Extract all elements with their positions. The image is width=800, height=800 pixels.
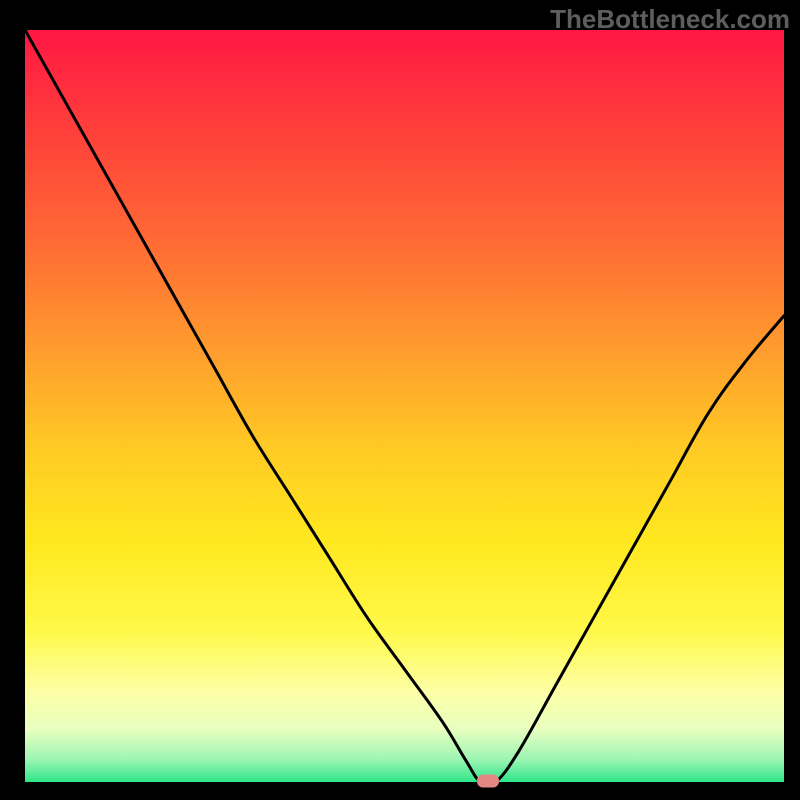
attribution-label: TheBottleneck.com [550, 4, 790, 35]
bottleneck-chart: TheBottleneck.com [0, 0, 800, 800]
chart-svg [0, 0, 800, 800]
optimum-marker [477, 775, 499, 788]
